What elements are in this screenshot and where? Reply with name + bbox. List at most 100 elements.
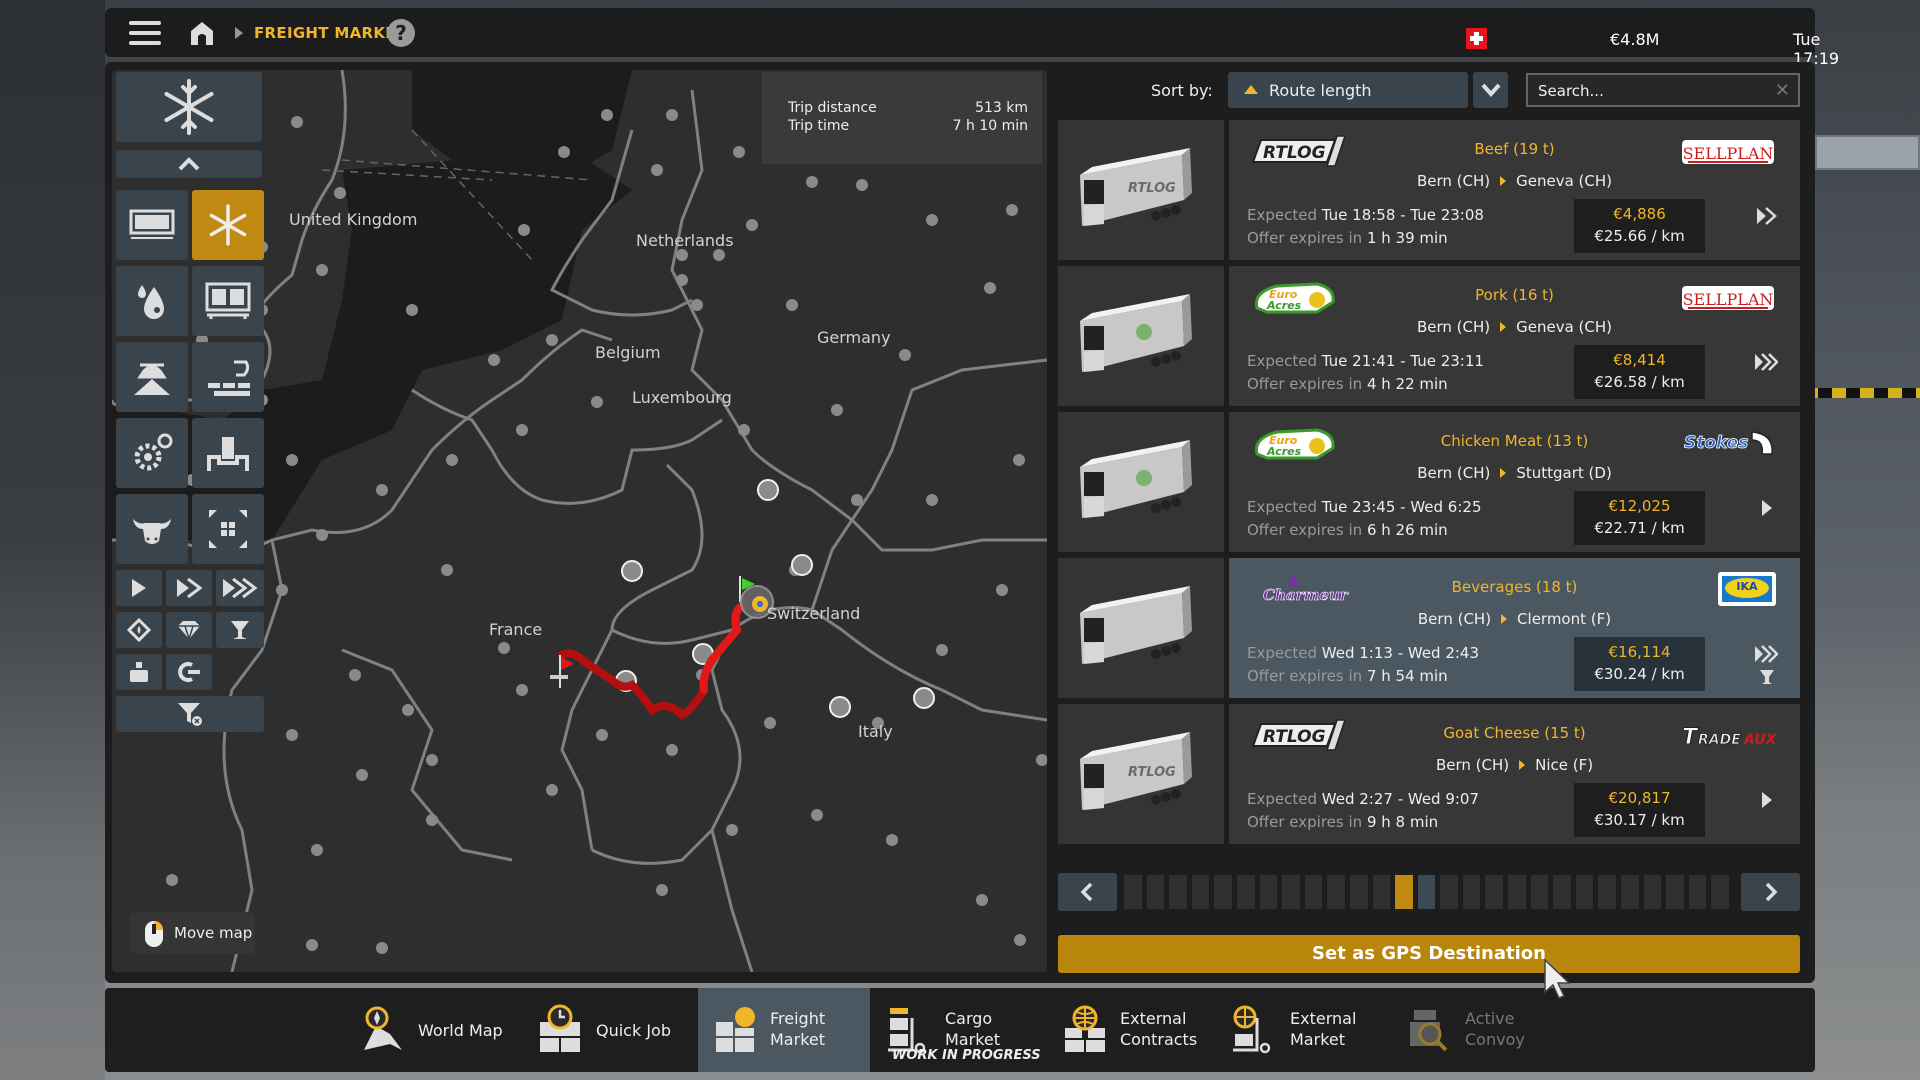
page-segment[interactable] [1124, 875, 1142, 909]
work-in-progress-badge: WORK IN PROGRESS [892, 1048, 1041, 1063]
map-label-united-kingdom: United Kingdom [289, 210, 418, 229]
job-row[interactable]: Euro Acres Stokes Chicken Meat (13 t) Bern (… [1058, 412, 1800, 552]
page-segment[interactable] [1146, 875, 1165, 909]
page-segment[interactable] [1372, 875, 1391, 909]
hazardous-icon [127, 618, 151, 642]
page-segment[interactable] [1349, 875, 1368, 909]
trip-distance-value: 513 km [975, 100, 1028, 116]
offer-expiry: Offer expires in 7 h 54 min [1247, 667, 1448, 685]
filter-dry-van[interactable] [116, 190, 188, 260]
next-page-button[interactable] [1741, 873, 1800, 911]
filter-machinery[interactable] [116, 418, 188, 488]
filter-fragile[interactable] [216, 612, 264, 648]
help-button[interactable]: ? [387, 19, 415, 47]
filter-livestock[interactable] [116, 494, 188, 564]
job-row[interactable]: RTLOG RTLOG T RADE AUX Goat Cheese (15 t) Bern… [1058, 704, 1800, 844]
page-segment[interactable] [1214, 875, 1232, 909]
tab-external-contracts[interactable]: External Contracts [1063, 988, 1213, 1072]
page-segment[interactable] [1621, 875, 1639, 909]
tab-freight-market[interactable]: Freight Market [698, 988, 870, 1072]
speed-3-icon [223, 577, 258, 599]
filter-trailer-type[interactable] [166, 654, 212, 690]
filter-heavy-cargo[interactable] [116, 654, 162, 690]
page-segment[interactable] [1575, 875, 1594, 909]
page-segment[interactable] [1304, 875, 1323, 909]
clear-search-icon[interactable]: ✕ [1775, 80, 1790, 101]
tab-quick-job[interactable]: Quick Job [538, 988, 688, 1072]
page-segment[interactable] [1462, 875, 1481, 909]
filter-adr[interactable] [116, 612, 162, 648]
offer-expiry: Offer expires in 4 h 22 min [1247, 375, 1448, 393]
sort-dropdown-button[interactable] [1473, 72, 1508, 108]
filter-heavy-haul[interactable] [192, 418, 264, 488]
filter-liquid[interactable] [116, 266, 188, 336]
filter-urgency-1[interactable] [116, 570, 162, 606]
tab-freight-market-label: Freight Market [770, 1009, 826, 1049]
page-segment[interactable] [1508, 875, 1526, 909]
breadcrumb-separator-icon [235, 27, 243, 39]
home-icon[interactable] [188, 20, 216, 46]
expected-time: Expected Tue 23:45 - Wed 6:25 [1247, 498, 1482, 516]
route-destination: Stuttgart (D) [1516, 464, 1612, 482]
page-segment[interactable] [1282, 875, 1300, 909]
chevron-up-icon [178, 157, 200, 171]
chevron-right-icon [1765, 882, 1778, 902]
expand-icon [209, 510, 247, 548]
tab-external-contracts-label: External Contracts [1120, 1009, 1198, 1049]
page-segment[interactable] [1440, 875, 1458, 909]
filter-oversize[interactable] [192, 494, 264, 564]
destination-flag-icon [550, 655, 574, 688]
bottom-navigation: World Map Quick Job Freight Market Cargo M… [105, 988, 1815, 1072]
job-details: Euro Acres SELLPLAN Pork (16 t) Bern (CH) Gen… [1229, 266, 1800, 406]
route-origin: Bern (CH) [1416, 318, 1491, 336]
tab-world-map[interactable]: World Map [360, 988, 520, 1072]
filter-header-refrigerated[interactable] [116, 72, 262, 142]
filter-valuable[interactable] [166, 612, 212, 648]
page-segment[interactable] [1327, 875, 1345, 909]
map-label-italy: Italy [858, 722, 893, 741]
route-arrow-icon [1501, 614, 1508, 624]
svg-text:RTLOG: RTLOG [1128, 181, 1176, 196]
page-segment[interactable] [1530, 875, 1549, 909]
page-segment[interactable] [1169, 875, 1187, 909]
job-row[interactable]: Euro Acres SELLPLAN Pork (16 t) Bern (CH) Gen… [1058, 266, 1800, 406]
page-segment[interactable] [1688, 875, 1707, 909]
cargo-market-icon [888, 1008, 926, 1054]
filter-loose-cargo[interactable] [192, 342, 264, 412]
tab-cargo-market[interactable]: Cargo Market WORK IN PROGRESS [888, 988, 1043, 1072]
route-arrow-icon [1500, 468, 1507, 478]
page-segment[interactable] [1711, 875, 1729, 909]
page-segment[interactable] [1417, 875, 1436, 909]
menu-icon[interactable] [129, 21, 161, 45]
tab-active-convoy[interactable]: Active Convoy [1408, 988, 1558, 1072]
job-row[interactable]: RTLOG RTLOG SELLPLAN Beef (19 t) Bern (CH) Ge… [1058, 120, 1800, 260]
sort-select[interactable]: Route length [1228, 72, 1468, 108]
set-gps-destination-button[interactable]: Set as GPS Destination [1058, 935, 1800, 973]
route-origin: Bern (CH) [1435, 756, 1510, 774]
filter-container[interactable] [192, 266, 264, 336]
page-segment-current[interactable] [1395, 875, 1413, 909]
page-segment[interactable] [1666, 875, 1684, 909]
filter-urgency-3[interactable] [216, 570, 264, 606]
job-row[interactable]: Charmeur IKA Beverages (18 t) Bern (CH) Cler… [1058, 558, 1800, 698]
page-segment[interactable] [1485, 875, 1504, 909]
tab-external-market[interactable]: External Market [1233, 988, 1383, 1072]
page-segment[interactable] [1191, 875, 1210, 909]
filter-collapse-button[interactable] [116, 150, 262, 178]
urgency-2-icon [1754, 206, 1778, 226]
search-input[interactable] [1538, 80, 1758, 102]
page-segment[interactable] [1598, 875, 1617, 909]
mouse-icon [145, 921, 163, 947]
external-contracts-icon [1065, 1005, 1105, 1052]
tab-external-market-label: External Market [1290, 1009, 1357, 1049]
previous-page-button[interactable] [1058, 873, 1117, 911]
filter-urgency-2[interactable] [166, 570, 212, 606]
page-segment[interactable] [1259, 875, 1278, 909]
page-segment[interactable] [1236, 875, 1255, 909]
filter-bulk[interactable] [116, 342, 188, 412]
pager [1058, 873, 1800, 911]
page-segment[interactable] [1643, 875, 1662, 909]
page-segment[interactable] [1553, 875, 1571, 909]
filter-refrigerated[interactable] [192, 190, 264, 260]
filter-clear-button[interactable] [116, 696, 264, 732]
